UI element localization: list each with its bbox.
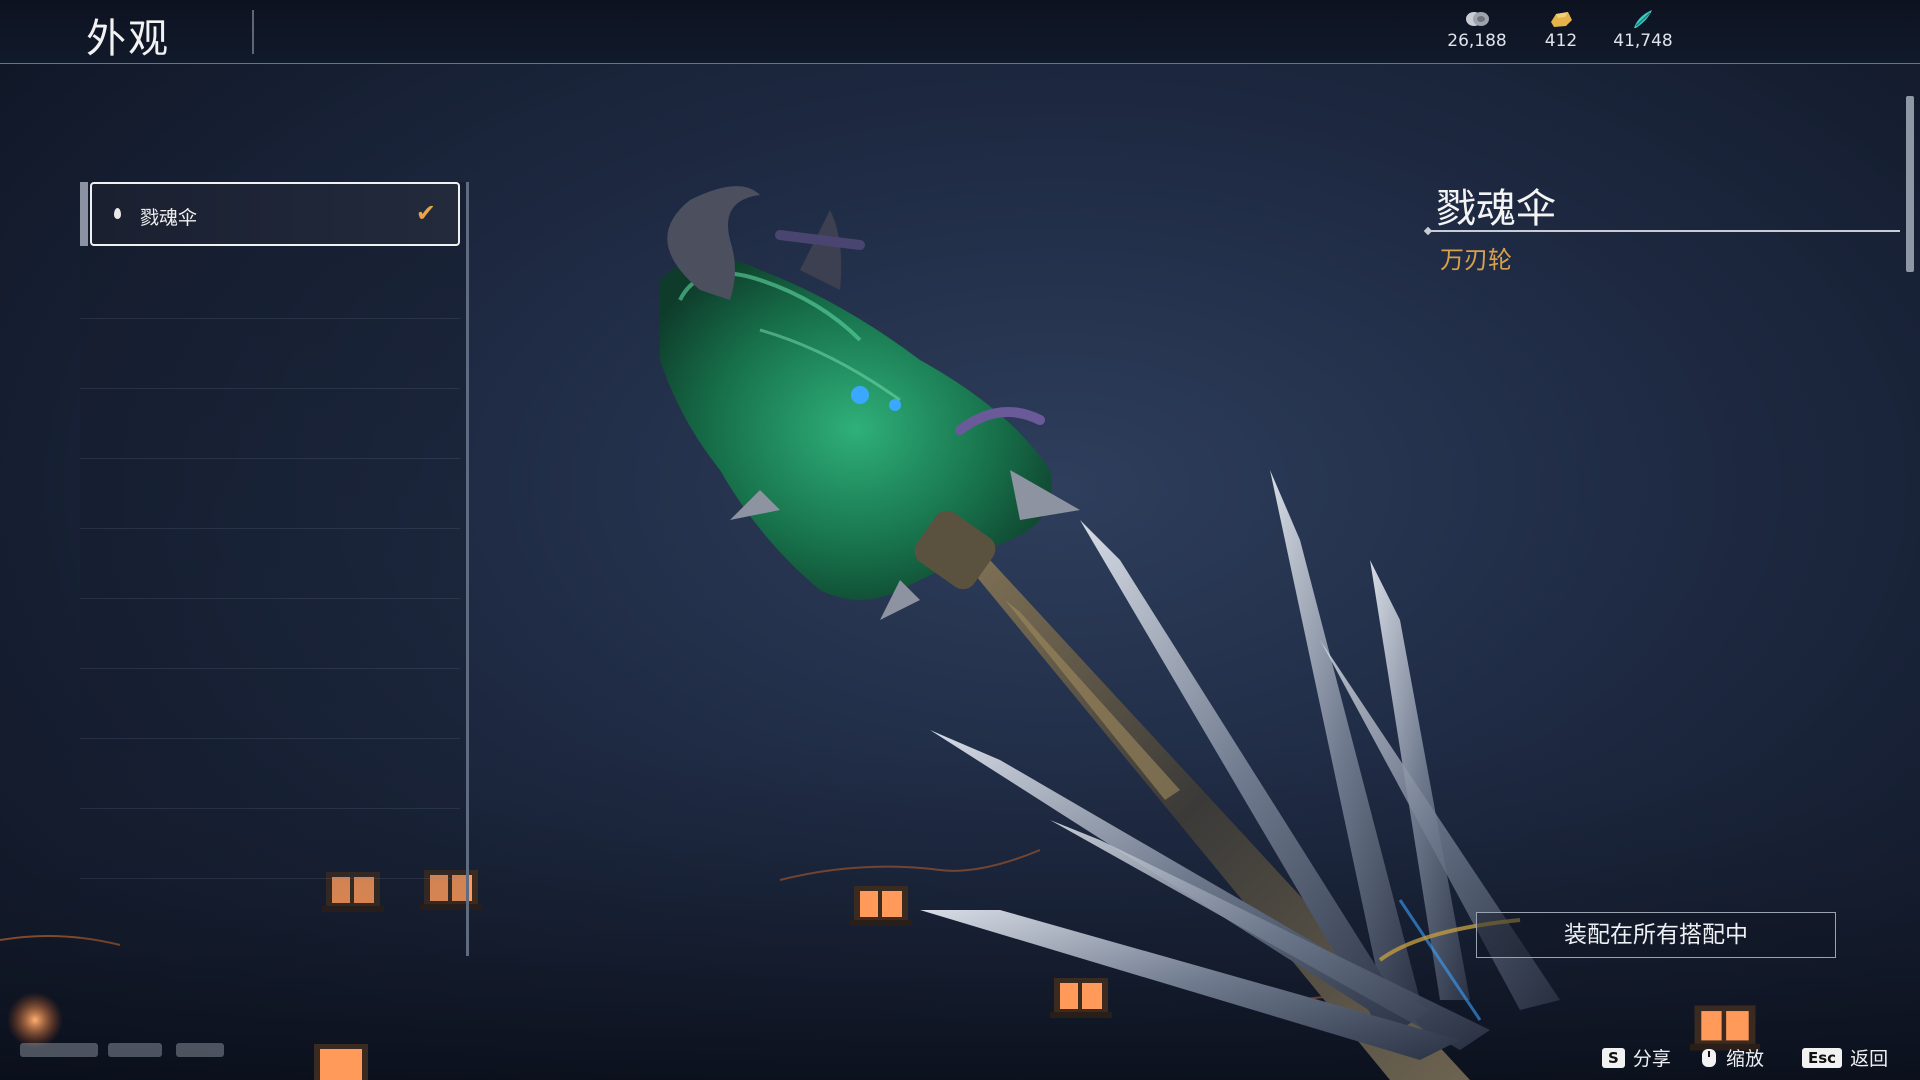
player-id-blurred (176, 1043, 224, 1057)
list-row-divider (80, 598, 460, 599)
detail-scrollbar[interactable] (1906, 96, 1914, 272)
list-row-divider (80, 318, 460, 319)
list-accent-bar (80, 182, 88, 246)
list-row-divider (80, 668, 460, 669)
page-title: 外观 (86, 16, 170, 62)
list-row-divider (80, 738, 460, 739)
lantern-decoration (7, 992, 63, 1048)
currency-gold-value: 412 (1544, 31, 1578, 51)
list-row-divider (80, 388, 460, 389)
share-label: 分享 (1632, 1048, 1671, 1070)
currency-coins-value: 26,188 (1447, 31, 1507, 51)
list-scrollbar[interactable] (466, 182, 469, 956)
player-id-blurred (20, 1043, 98, 1057)
title-separator (252, 10, 254, 54)
zoom-hint[interactable]: 缩放 (1700, 1044, 1764, 1071)
lantern-decoration (314, 1044, 368, 1080)
list-row-divider (80, 808, 460, 809)
gold-ingot-icon (1551, 12, 1572, 27)
item-name: 戮魂伞 (1436, 186, 1556, 232)
lantern-decoration (1050, 978, 1112, 1018)
item-name-underline (1428, 230, 1900, 232)
lantern-decoration (850, 886, 912, 926)
key-s: S (1602, 1048, 1625, 1068)
share-hint[interactable]: S 分享 (1602, 1044, 1671, 1071)
item-type: 万刃轮 (1440, 246, 1512, 274)
list-row-divider (80, 528, 460, 529)
top-bar-divider (0, 63, 1920, 64)
list-row-divider (80, 878, 460, 879)
coin-stack-icon (1466, 12, 1489, 26)
appearance-list (80, 182, 468, 956)
currency-coins: 26,188 (1432, 8, 1522, 51)
player-id-blurred (108, 1043, 162, 1057)
list-item-label: 戮魂伞 (140, 207, 198, 229)
list-item-selected[interactable]: 戮魂伞 ✔ (90, 182, 460, 246)
key-esc: Esc (1802, 1048, 1843, 1068)
back-label: 返回 (1850, 1048, 1889, 1070)
currency-jade: 41,748 (1598, 8, 1688, 51)
checkmark-icon: ✔ (415, 199, 436, 227)
mouse-scroll-icon (1702, 1049, 1716, 1067)
list-row-divider (80, 458, 460, 459)
item-marker-icon (114, 208, 121, 219)
zoom-label: 缩放 (1726, 1048, 1765, 1070)
equip-all-outfits-button[interactable]: 装配在所有搭配中 (1476, 912, 1836, 958)
back-hint[interactable]: Esc 返回 (1802, 1044, 1888, 1071)
currency-jade-value: 41,748 (1613, 31, 1673, 51)
currency-gold: 412 (1516, 8, 1606, 51)
jade-feather-icon (1634, 10, 1652, 28)
